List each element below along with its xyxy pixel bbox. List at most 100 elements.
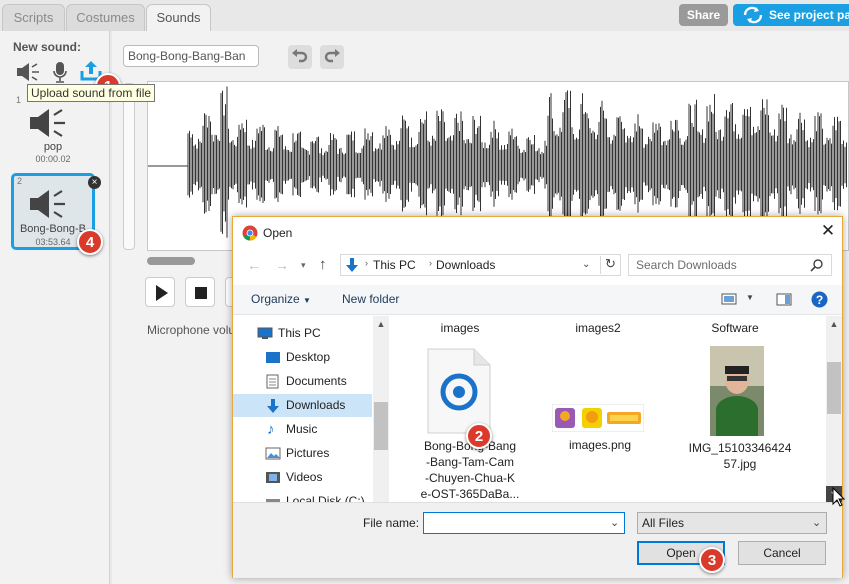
- nav-item-pictures[interactable]: Pictures: [233, 442, 372, 465]
- nav-item-downloads[interactable]: Downloads: [233, 394, 372, 417]
- disk-icon: [266, 499, 280, 502]
- forward-arrow-icon[interactable]: →: [275, 257, 289, 273]
- recent-locations-icon[interactable]: ▾: [301, 260, 306, 271]
- breadcrumb-this-pc[interactable]: This PC: [373, 258, 416, 272]
- upload-tooltip: Upload sound from file: [27, 84, 155, 102]
- tab-scripts[interactable]: Scripts: [2, 4, 65, 31]
- step-badge-4: 4: [77, 229, 103, 255]
- share-label: Share: [686, 8, 721, 22]
- nav-label: Desktop: [286, 350, 331, 364]
- nav-item-documents[interactable]: Documents: [233, 370, 372, 393]
- record-microphone-icon[interactable]: [52, 61, 68, 83]
- breadcrumb-downloads[interactable]: Downloads: [436, 258, 495, 272]
- image-thumbnail: [552, 404, 644, 432]
- cancel-button[interactable]: Cancel: [738, 541, 826, 565]
- refresh-icon[interactable]: ↻: [600, 256, 620, 274]
- file-name-label: File name:: [363, 516, 420, 530]
- breadcrumb-separator: ›: [365, 258, 368, 268]
- view-options-icon[interactable]: [721, 293, 737, 305]
- undo-button[interactable]: [288, 45, 312, 69]
- refresh-arrows-icon: [743, 6, 763, 24]
- breadcrumb-separator: ›: [429, 258, 432, 268]
- share-button[interactable]: Share: [679, 4, 728, 26]
- up-arrow-icon[interactable]: ↑: [319, 256, 327, 273]
- microphone-volume-label: Microphone volu: [147, 323, 236, 337]
- close-icon[interactable]: ✕: [819, 221, 837, 241]
- nav-item-local-disk[interactable]: Local Disk (C:): [233, 490, 372, 502]
- tab-label: Sounds: [156, 10, 201, 25]
- file-item-img-jpg[interactable]: IMG_15103346424 57.jpg: [680, 346, 800, 496]
- file-name-line: -Chuyen-Chua-K: [424, 471, 516, 485]
- play-button[interactable]: [145, 277, 175, 307]
- mouse-cursor-icon: [832, 487, 846, 507]
- desktop-icon: [266, 352, 280, 363]
- address-bar[interactable]: › This PC › Downloads ⌄ ↻: [340, 254, 621, 276]
- search-placeholder: Search Downloads: [636, 258, 737, 272]
- dropdown-arrow-icon: ▼: [303, 296, 311, 305]
- music-icon: ♪: [267, 421, 275, 438]
- scratch-window: Scripts Costumes Sounds Share See projec…: [0, 0, 849, 584]
- nav-label: Pictures: [286, 446, 330, 460]
- address-dropdown-icon[interactable]: ⌄: [582, 259, 590, 270]
- sound-duration: 00:00.02: [35, 154, 71, 164]
- tab-costumes[interactable]: Costumes: [66, 4, 145, 31]
- search-box[interactable]: Search Downloads: [628, 254, 832, 276]
- back-arrow-icon[interactable]: ←: [247, 257, 261, 273]
- nav-scroll-thumb[interactable]: [374, 402, 388, 450]
- scroll-up-icon[interactable]: ▲: [373, 316, 389, 332]
- nav-item-this-pc[interactable]: This PC: [233, 322, 372, 345]
- play-icon: [156, 285, 168, 301]
- computer-icon: [257, 327, 273, 339]
- delete-sound-icon[interactable]: ×: [88, 176, 101, 189]
- file-name-input[interactable]: ⌄: [423, 512, 625, 534]
- folder-images[interactable]: images: [395, 321, 525, 335]
- organize-label: Organize: [251, 292, 300, 306]
- photo-thumbnail: [710, 346, 764, 436]
- nav-item-videos[interactable]: Videos: [233, 466, 372, 489]
- sound-name-input[interactable]: [123, 45, 259, 67]
- choose-sound-from-library-icon[interactable]: [16, 61, 42, 83]
- step-badge-2: 2: [466, 423, 492, 449]
- folder-images2[interactable]: images2: [533, 321, 663, 335]
- file-name-dropdown-icon[interactable]: ⌄: [610, 516, 619, 529]
- sound-name: pop: [43, 141, 63, 153]
- redo-button[interactable]: [320, 45, 344, 69]
- dialog-footer: File name: ⌄ All Files ⌄ Open Cancel: [233, 502, 842, 578]
- folder-software[interactable]: Software: [670, 321, 800, 335]
- downloads-folder-icon: [346, 258, 358, 272]
- tab-sounds[interactable]: Sounds: [146, 4, 211, 32]
- file-type-dropdown-icon[interactable]: ⌄: [812, 516, 821, 529]
- preview-pane-icon[interactable]: [776, 293, 792, 306]
- nav-scrollbar[interactable]: ▲: [373, 316, 389, 502]
- nav-label: Downloads: [286, 398, 346, 412]
- file-item-bong-bong[interactable]: Bong-Bong-Bang -Bang-Tam-Cam -Chuyen-Chu…: [410, 348, 530, 501]
- file-scrollbar[interactable]: ▲ ▼: [826, 316, 842, 502]
- file-scroll-thumb[interactable]: [827, 362, 841, 414]
- nav-item-music[interactable]: ♪ Music: [233, 418, 372, 441]
- sound-item-pop[interactable]: 1 pop 00:00.02: [11, 93, 95, 167]
- file-type-select[interactable]: All Files ⌄: [637, 512, 827, 534]
- scroll-up-icon[interactable]: ▲: [826, 316, 842, 332]
- file-name-line: -Bang-Tam-Cam: [425, 455, 515, 469]
- pictures-icon: [265, 447, 281, 460]
- file-item-images-png[interactable]: images.png: [540, 404, 660, 464]
- open-file-dialog: Open ✕ ← → ▾ ↑ › This PC › Downloads ⌄ ↻…: [232, 216, 843, 578]
- help-icon[interactable]: ?: [811, 291, 828, 308]
- project-page-label: See project pa: [769, 8, 849, 22]
- navigation-pane: This PC Desktop Documents Downloads ♪ Mu…: [233, 316, 390, 502]
- view-dropdown-icon[interactable]: ▼: [746, 293, 754, 302]
- speaker-icon: [30, 190, 65, 218]
- file-name: IMG_15103346424 57.jpg: [680, 440, 800, 472]
- sound-index: 2: [17, 176, 23, 186]
- file-type-value: All Files: [642, 516, 685, 530]
- stop-button[interactable]: [185, 277, 215, 307]
- stop-icon: [195, 287, 207, 299]
- organize-menu[interactable]: Organize ▼: [251, 292, 311, 306]
- undo-icon: [292, 49, 308, 63]
- see-project-page-button[interactable]: See project pa: [733, 4, 849, 26]
- volume-slider[interactable]: [123, 83, 135, 250]
- new-folder-button[interactable]: New folder: [342, 292, 399, 306]
- file-name-line: e-OST-365DaBa...: [420, 487, 520, 501]
- nav-item-desktop[interactable]: Desktop: [233, 346, 372, 369]
- waveform-scrollbar[interactable]: [147, 257, 195, 265]
